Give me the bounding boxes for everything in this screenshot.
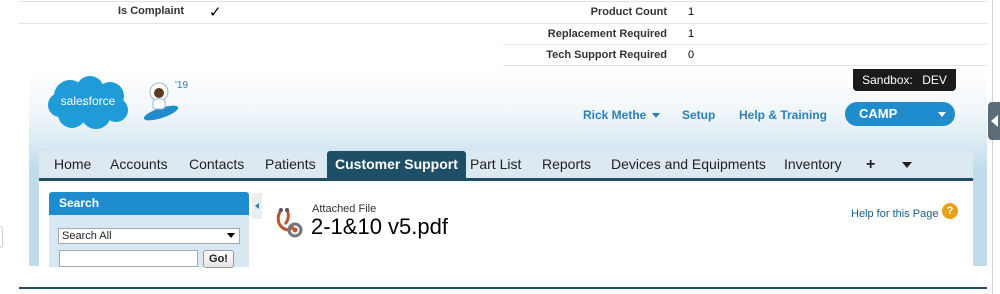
left-edge-fragment (0, 226, 3, 248)
search-scope-select[interactable]: Search All (58, 228, 240, 244)
side-panel-toggle[interactable] (988, 102, 1000, 140)
tab-home[interactable]: Home (54, 151, 91, 178)
search-scope-value: Search All (62, 230, 112, 242)
tab-reports[interactable]: Reports (542, 151, 591, 178)
product-count-label: Product Count (590, 6, 667, 18)
record-title: 2-1&10 v5.pdf (311, 214, 448, 239)
detail-divider (19, 23, 987, 24)
setup-link[interactable]: Setup (682, 108, 715, 122)
sandbox-indicator: Sandbox: DEV (853, 69, 956, 91)
detail-divider (19, 1, 987, 2)
release-badge: '19 (175, 80, 188, 91)
is-complaint-label: Is Complaint (117, 5, 184, 17)
tab-more-chevron-icon[interactable] (902, 162, 912, 168)
detail-divider (503, 44, 987, 45)
tab-add-icon[interactable]: + (866, 151, 875, 178)
page-right-rail (992, 0, 993, 294)
go-button[interactable]: Go! (203, 250, 234, 268)
app-switcher-label: CAMP (859, 106, 898, 121)
chevron-down-icon (227, 233, 235, 238)
tab-contacts[interactable]: Contacts (189, 151, 244, 178)
sidebar-search-title: Search (49, 192, 249, 215)
detail-divider (503, 65, 987, 66)
product-count-value: 1 (688, 6, 695, 18)
help-for-this-page-link[interactable]: Help for this Page (851, 208, 938, 220)
tech-support-required-value: 0 (688, 49, 695, 61)
tab-inventory[interactable]: Inventory (784, 151, 842, 178)
tab-customer-support[interactable]: Customer Support (327, 151, 466, 178)
tab-devices-and-equipments[interactable]: Devices and Equipments (611, 151, 766, 178)
app-switcher-button[interactable]: CAMP (845, 102, 955, 126)
sandbox-value: DEV (922, 73, 947, 87)
salesforce-logo[interactable]: salesforce (46, 74, 130, 132)
help-training-link[interactable]: Help & Training (739, 108, 827, 122)
sandbox-label: Sandbox: (862, 73, 913, 87)
chevron-down-icon (938, 112, 946, 117)
logo-text: salesforce (61, 94, 116, 108)
tab-part-list[interactable]: Part List (470, 151, 521, 178)
user-name: Rick Methe (583, 108, 647, 122)
tab-accounts[interactable]: Accounts (110, 151, 168, 178)
is-complaint-check-icon: ✓ (209, 4, 222, 21)
astro-mascot-icon: '19 (143, 80, 188, 121)
search-input[interactable] (59, 250, 198, 267)
tech-support-required-label: Tech Support Required (546, 49, 667, 61)
page-bottom-border (19, 287, 987, 289)
help-icon[interactable]: ? (942, 203, 958, 219)
tab-patients[interactable]: Patients (265, 151, 316, 178)
replacement-required-label: Replacement Required (547, 28, 667, 40)
stethoscope-icon (276, 208, 303, 238)
chevron-down-icon (652, 113, 661, 119)
replacement-required-value: 1 (688, 28, 695, 40)
sidebar-collapse-handle[interactable] (252, 193, 262, 219)
user-menu[interactable]: Rick Methe (583, 108, 661, 122)
